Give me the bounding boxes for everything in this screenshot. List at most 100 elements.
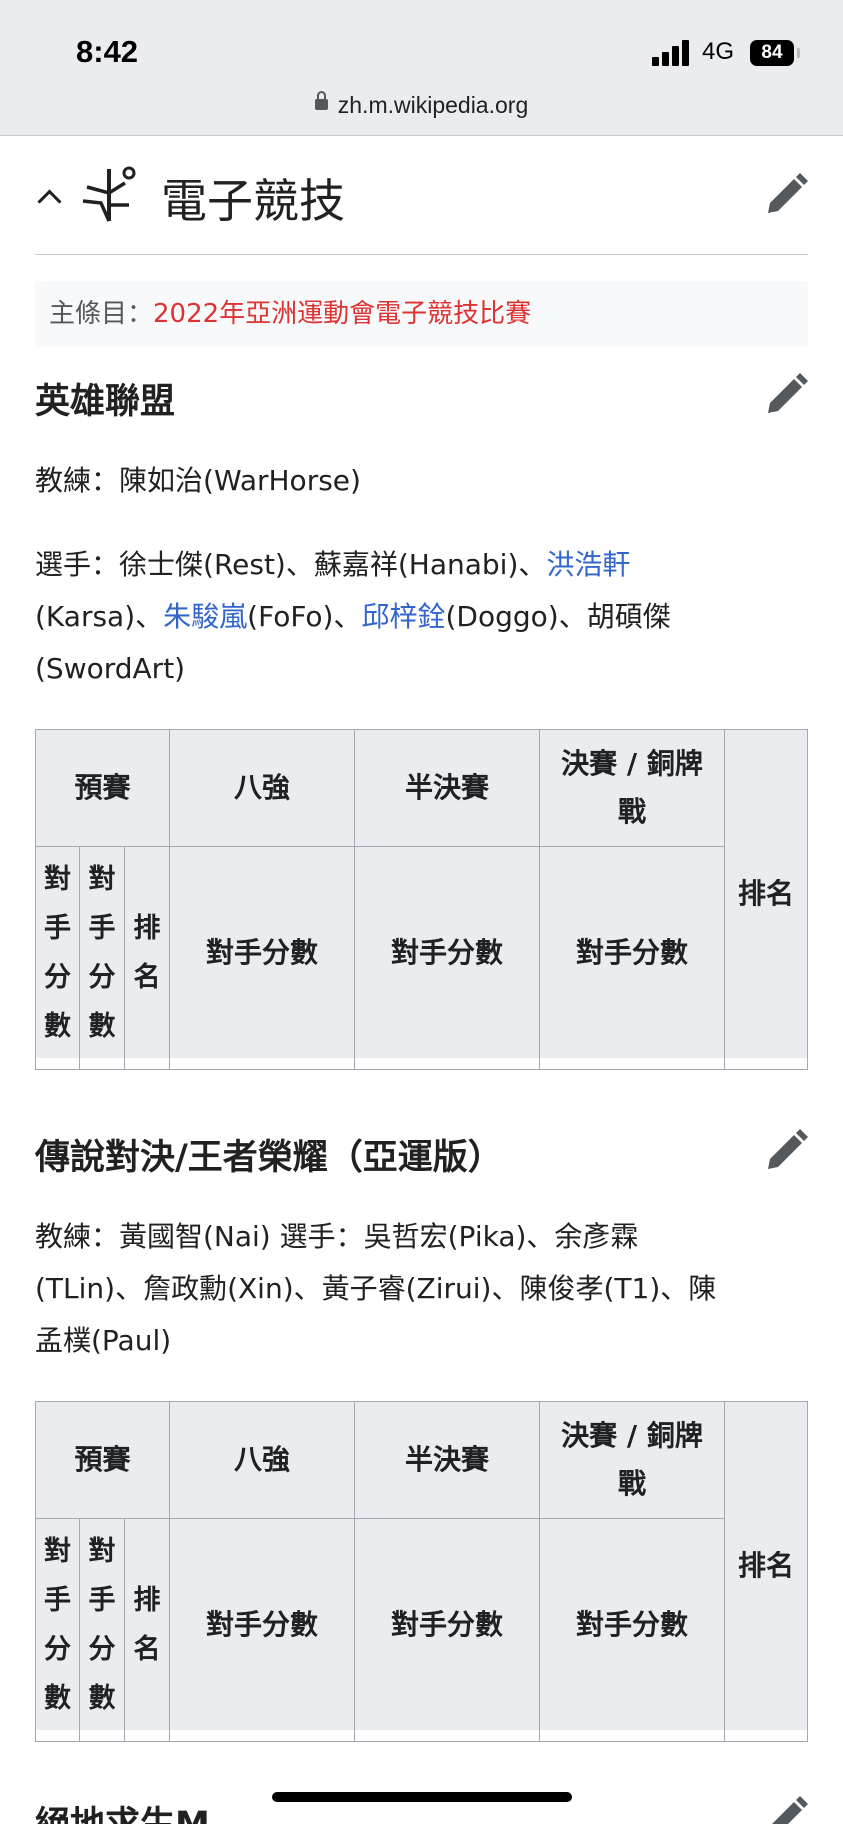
char: 手 [88,912,116,944]
th-final-line1: 決賽 / 銅牌 [561,1419,703,1452]
empty-row [35,1730,808,1742]
th-quarterfinal: 八強 [169,729,355,847]
th-quarterfinal: 八強 [169,1401,355,1519]
chevron-up-icon[interactable] [35,183,65,213]
hatnote: 主條目：2022年亞洲運動會電子競技比賽 [35,281,808,347]
char: 名 [133,961,161,993]
section-title: 電子競技 [161,174,345,228]
player-text: (SwordArt) [35,652,186,685]
roster-line: 孟樸(Paul) [35,1324,172,1357]
player-link[interactable]: 洪浩軒 [546,548,630,581]
char: 排 [133,912,161,944]
char: 數 [44,1682,71,1714]
row-divider [124,1730,125,1742]
th-opp-score-vertical: 對手分數 [79,1518,125,1731]
player-text: 徐士傑(Rest)、蘇嘉祥(Hanabi)、 [119,548,547,581]
th-rank-vertical: 排名 [124,1518,170,1731]
edit-pencil-icon[interactable] [764,1796,808,1824]
th-rank: 排名 [724,729,808,1059]
esports-pictogram-icon [82,166,136,222]
th-opp-score: 對手分數 [354,1518,540,1731]
player-link[interactable]: 朱駿嵐 [163,600,247,633]
char: 手 [44,1584,71,1616]
section-header: 電子競技 [35,137,808,255]
home-indicator[interactable] [272,1792,572,1802]
heading-lol: 英雄聯盟 [35,382,176,422]
th-final: 決賽 / 銅牌戰 [539,1401,725,1519]
network-type: 4G [702,38,735,65]
char: 手 [44,912,71,944]
coach-name: 陳如治(WarHorse) [119,464,361,497]
th-rank: 排名 [724,1401,808,1731]
th-opp-score: 對手分數 [169,1518,355,1731]
char: 名 [133,1633,161,1665]
char: 分 [88,1633,116,1665]
results-table-lol: 預賽 八強 半決賽 決賽 / 銅牌戰 排名 對手分數 對手分數 排名 對手分數 … [35,729,808,1070]
coach-label: 教練： [35,464,120,497]
char: 數 [88,1010,116,1042]
battery-icon: 84 [750,40,800,66]
hatnote-prefix: 主條目： [49,299,154,329]
row-divider [169,1730,170,1742]
row-divider [724,1730,725,1742]
th-opp-score-vertical: 對手分數 [35,1518,80,1731]
article-content: 電子競技 主條目：2022年亞洲運動會電子競技比賽 英雄聯盟 教練：陳如治(Wa… [35,137,808,1742]
th-opp-score: 對手分數 [539,1518,725,1731]
edit-pencil-icon[interactable] [764,373,808,417]
row-divider [124,1058,125,1070]
roster-line: 教練：黃國智(Nai) 選手：吳哲宏(Pika)、余彥霖 [35,1220,639,1253]
player-text: (Karsa)、 [35,600,164,633]
th-semifinal: 半決賽 [354,1401,540,1519]
th-semifinal: 半決賽 [354,729,540,847]
th-final: 決賽 / 銅牌戰 [539,729,725,847]
char: 對 [44,1535,71,1567]
row-divider [354,1058,355,1070]
lol-players: 選手：徐士傑(Rest)、蘇嘉祥(Hanabi)、洪浩軒 (Karsa)、朱駿嵐… [35,539,808,695]
roster-line: (TLin)、詹政勳(Xin)、黃子睿(Zirui)、陳俊孝(T1)、陳 [35,1272,717,1305]
row-divider [354,1730,355,1742]
row-divider [79,1730,80,1742]
row-divider [539,1058,540,1070]
char: 手 [88,1584,116,1616]
row-divider [539,1730,540,1742]
th-opp-score: 對手分數 [354,846,540,1059]
heading-pubg-partial: 絕地求生M [35,1796,210,1824]
empty-row [35,1058,808,1070]
char: 對 [44,863,71,895]
row-divider [169,1058,170,1070]
edit-pencil-icon[interactable] [764,173,808,217]
row-divider [79,1058,80,1070]
th-opp-score-vertical: 對手分數 [79,846,125,1059]
char: 分 [88,961,116,993]
th-opp-score-vertical: 對手分數 [35,846,80,1059]
address-bar[interactable]: zh.m.wikipedia.org [0,91,843,119]
th-rank-vertical: 排名 [124,846,170,1059]
cell-signal-icon [652,40,692,66]
aov-roster: 教練：黃國智(Nai) 選手：吳哲宏(Pika)、余彥霖 (TLin)、詹政勳(… [35,1211,808,1367]
player-text: (FoFo)、 [247,600,362,633]
char: 排 [133,1584,161,1616]
heading-aov: 傳說對決/王者榮耀（亞運版） [35,1138,503,1178]
char: 對 [88,863,116,895]
player-link[interactable]: 邱梓銓 [361,600,445,633]
th-prelim: 預賽 [35,1401,170,1519]
url-text: zh.m.wikipedia.org [337,92,529,118]
hatnote-link[interactable]: 2022年亞洲運動會電子競技比賽 [153,299,531,329]
char: 數 [44,1010,71,1042]
players-label: 選手： [35,548,120,581]
player-text: (Doggo)、胡碩傑 [445,600,671,633]
edit-pencil-icon[interactable] [764,1129,808,1173]
lock-icon [314,91,328,111]
th-final-line1: 決賽 / 銅牌 [561,747,703,780]
char: 數 [88,1682,116,1714]
lol-coach: 教練：陳如治(WarHorse) [35,455,808,507]
char: 分 [44,961,71,993]
th-opp-score: 對手分數 [539,846,725,1059]
results-table-aov: 預賽 八強 半決賽 決賽 / 銅牌戰 排名 對手分數 對手分數 排名 對手分數 … [35,1401,808,1742]
th-prelim: 預賽 [35,729,170,847]
browser-status-bar: 8:42 4G 84 zh.m.wikipedia.org [0,0,843,136]
clock: 8:42 [76,34,139,69]
th-final-line2: 戰 [617,795,646,828]
char: 分 [44,1633,71,1665]
char: 對 [88,1535,116,1567]
